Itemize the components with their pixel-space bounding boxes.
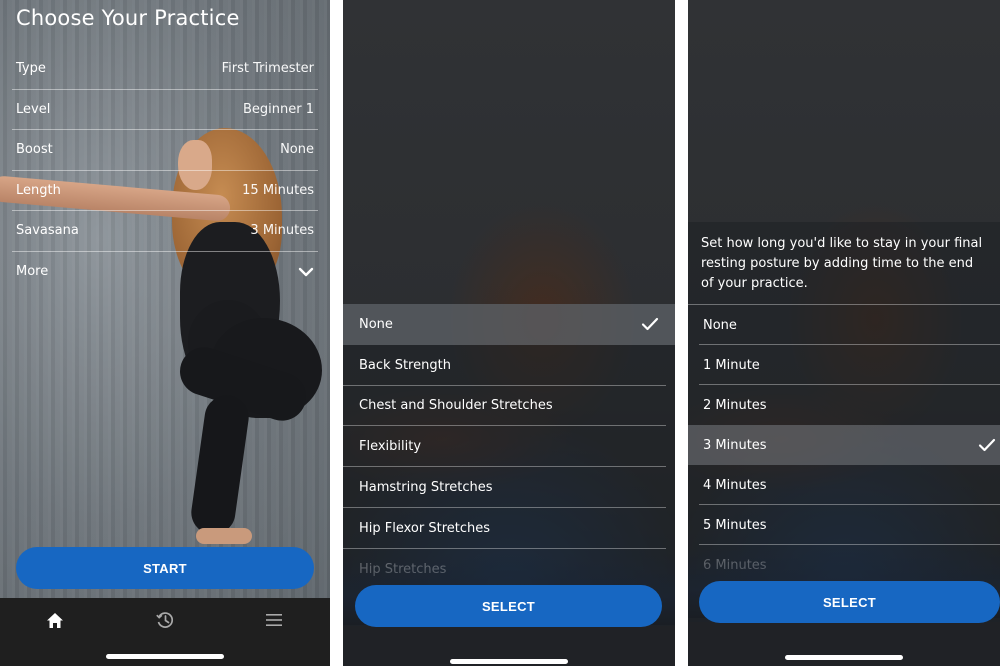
setting-type[interactable]: Type First Trimester xyxy=(12,49,318,90)
menu-icon xyxy=(266,614,282,626)
savasana-option[interactable]: 4 Minutes xyxy=(688,465,1000,505)
setting-level[interactable]: Level Beginner 1 xyxy=(12,90,318,130)
option-label: 2 Minutes xyxy=(703,397,767,413)
setting-label: Savasana xyxy=(16,223,79,239)
setting-value: First Trimester xyxy=(221,61,314,77)
settings-list: Type First Trimester Level Beginner 1 Bo… xyxy=(12,49,318,292)
savasana-option[interactable]: None xyxy=(688,305,1000,345)
boost-option[interactable]: Chest and Shoulder Stretches xyxy=(343,386,675,427)
option-label: None xyxy=(359,316,393,332)
home-indicator xyxy=(785,655,903,660)
select-button[interactable]: SELECT xyxy=(355,585,662,627)
setting-label: Type xyxy=(16,61,46,77)
practice-screen: Choose Your Practice Type First Trimeste… xyxy=(0,0,330,666)
select-button[interactable]: SELECT xyxy=(699,581,1000,623)
setting-length[interactable]: Length 15 Minutes xyxy=(12,171,318,211)
home-indicator xyxy=(450,659,568,664)
setting-label: More xyxy=(16,264,49,280)
tab-bar xyxy=(0,598,330,666)
setting-boost[interactable]: Boost None xyxy=(12,130,318,171)
history-icon xyxy=(156,612,174,628)
boost-option[interactable]: Hamstring Stretches xyxy=(343,467,675,508)
setting-label: Level xyxy=(16,101,51,117)
option-label: Flexibility xyxy=(359,439,422,455)
setting-label: Length xyxy=(16,182,61,198)
setting-savasana[interactable]: Savasana 3 Minutes xyxy=(12,211,318,252)
setting-value: 3 Minutes xyxy=(250,223,314,239)
setting-value: 15 Minutes xyxy=(242,182,314,198)
savasana-option[interactable]: 1 Minute xyxy=(688,345,1000,385)
option-label: 1 Minute xyxy=(703,357,760,373)
tab-home[interactable] xyxy=(35,608,75,632)
boost-option[interactable]: Back Strength xyxy=(343,345,675,386)
setting-label: Boost xyxy=(16,142,53,158)
option-label: 3 Minutes xyxy=(703,437,767,453)
option-label: Hip Flexor Stretches xyxy=(359,520,491,536)
chevron-down-icon xyxy=(298,267,314,276)
savasana-option[interactable]: 6 Minutes xyxy=(688,545,1000,585)
checkmark-icon xyxy=(641,318,659,331)
boost-option[interactable]: Flexibility xyxy=(343,426,675,467)
option-label: None xyxy=(703,317,737,333)
setting-more[interactable]: More xyxy=(12,252,318,293)
savasana-option[interactable]: 2 Minutes xyxy=(688,385,1000,425)
option-label: 4 Minutes xyxy=(703,477,767,493)
setting-value: None xyxy=(280,142,314,158)
boost-picker-screen: None Back Strength Chest and Shoulder St… xyxy=(343,0,675,666)
option-label: 6 Minutes xyxy=(703,557,767,573)
savasana-option[interactable]: 3 Minutes xyxy=(688,425,1000,465)
boost-option[interactable]: Hip Stretches xyxy=(343,549,675,590)
option-label: Back Strength xyxy=(359,357,451,373)
option-label: Chest and Shoulder Stretches xyxy=(359,398,553,414)
boost-option[interactable]: Hip Flexor Stretches xyxy=(343,508,675,549)
start-button[interactable]: START xyxy=(16,547,314,589)
tab-menu[interactable] xyxy=(254,608,294,632)
home-icon xyxy=(47,612,63,628)
option-label: 5 Minutes xyxy=(703,517,767,533)
option-label: Hamstring Stretches xyxy=(359,480,493,496)
checkmark-icon xyxy=(978,438,996,452)
setting-value: Beginner 1 xyxy=(242,101,314,117)
page-title: Choose Your Practice xyxy=(16,6,240,30)
savasana-description: Set how long you'd like to stay in your … xyxy=(688,222,1000,305)
boost-option[interactable]: None xyxy=(343,304,675,345)
option-label: Hip Stretches xyxy=(359,561,447,577)
tab-history[interactable] xyxy=(145,608,185,632)
home-indicator xyxy=(106,654,224,659)
savasana-picker-screen: Set how long you'd like to stay in your … xyxy=(688,0,1000,666)
savasana-option[interactable]: 5 Minutes xyxy=(688,505,1000,545)
